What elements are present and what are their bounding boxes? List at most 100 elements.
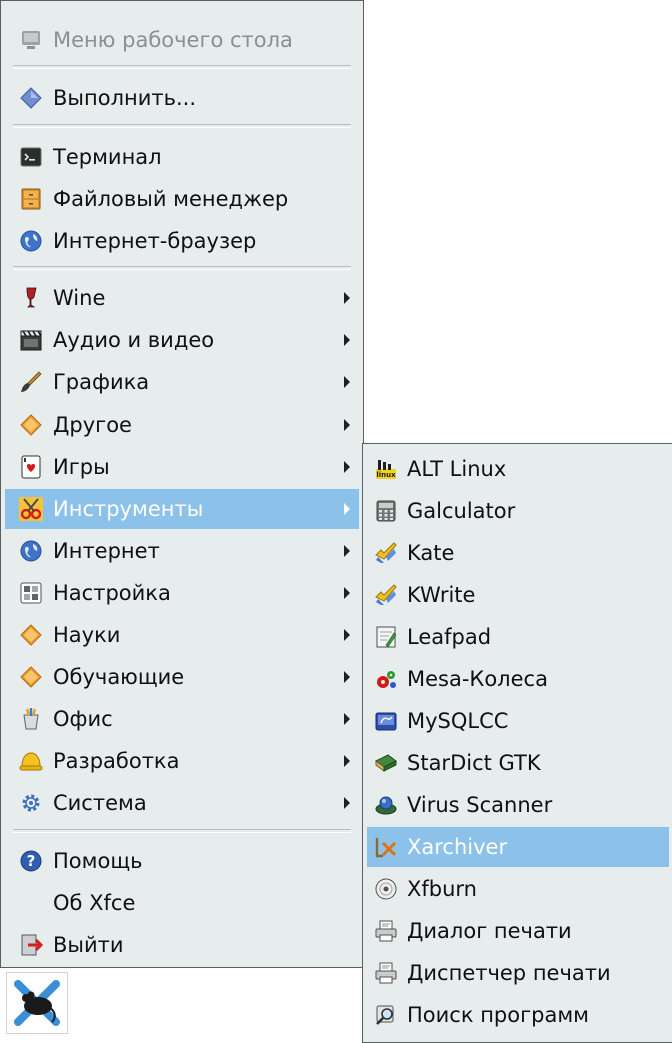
menu-item-label: Игры — [53, 455, 110, 479]
separator — [13, 124, 351, 128]
submenu-item-label: Диалог печати — [407, 919, 572, 943]
settings-icon — [19, 581, 43, 605]
menu-item-label: Аудио и видео — [53, 328, 215, 352]
menu-item-label: Другое — [53, 413, 132, 437]
desktop-menu: Меню рабочего стола Выполнить... Термина… — [0, 0, 364, 968]
svg-text:?: ? — [27, 852, 36, 870]
menu-item-development[interactable]: Разработка — [5, 741, 359, 781]
menu-item-label: Выполнить... — [53, 86, 197, 110]
search-icon — [374, 1003, 398, 1027]
submenu-item-label: Xfburn — [407, 877, 477, 901]
submenu-item-kate[interactable]: Kate — [367, 533, 669, 573]
menu-item-label: Графика — [53, 370, 150, 394]
menu-item-graphics[interactable]: Графика — [5, 362, 359, 402]
menu-item-label: Система — [53, 791, 147, 815]
separator — [13, 65, 351, 69]
menu-item-logout[interactable]: Выйти — [5, 925, 359, 965]
terminal-icon — [19, 145, 43, 169]
submenu-item-label: Диспетчер печати — [407, 961, 611, 985]
help-icon: ? — [19, 849, 43, 873]
submenu-arrow-icon — [344, 629, 350, 641]
separator — [13, 829, 351, 833]
menu-item-label: Интернет — [53, 539, 160, 563]
menu-item-wine[interactable]: Wine — [5, 278, 359, 318]
menu-item-label: Настройка — [53, 581, 171, 605]
menu-item-label: Об Xfce — [53, 891, 136, 915]
notepad-icon — [374, 625, 398, 649]
menu-item-label: Выйти — [53, 933, 124, 957]
menu-item-label: Интернет-браузер — [53, 229, 257, 253]
globe-icon — [19, 539, 43, 563]
submenu-item-print-dialog[interactable]: Диалог печати — [367, 911, 669, 951]
submenu-arrow-icon — [344, 671, 350, 683]
submenu-item-alt-linux[interactable]: linux ALT Linux — [367, 449, 669, 489]
submenu-item-label: Xarchiver — [407, 835, 508, 859]
menu-item-office[interactable]: Офис — [5, 699, 359, 739]
brush-icon — [19, 370, 43, 394]
submenu-item-print-manager[interactable]: Диспетчер печати — [367, 953, 669, 993]
hardhat-icon — [19, 749, 43, 773]
menu-item-terminal[interactable]: Терминал — [5, 137, 359, 177]
scissors-icon — [19, 497, 43, 521]
submenu-item-mysqlcc[interactable]: MySQLCC — [367, 701, 669, 741]
submenu-item-label: KWrite — [407, 583, 476, 607]
submenu-arrow-icon — [344, 419, 350, 431]
menu-item-label: Офис — [53, 707, 113, 731]
menu-item-system[interactable]: Система — [5, 783, 359, 823]
menu-item-label: Терминал — [53, 145, 162, 169]
submenu-item-label: StarDict GTK — [407, 751, 541, 775]
playing-card-icon — [19, 455, 43, 479]
menu-item-label: Обучающие — [53, 665, 185, 689]
database-icon — [374, 709, 398, 733]
blank-icon — [19, 891, 43, 915]
wine-glass-icon — [19, 286, 43, 310]
submenu-item-label: Поиск программ — [407, 1003, 590, 1027]
menu-item-tools[interactable]: Инструменты — [5, 489, 359, 529]
submenu-arrow-icon — [344, 503, 350, 515]
archive-icon — [374, 835, 398, 859]
submenu-item-leafpad[interactable]: Leafpad — [367, 617, 669, 657]
submenu-item-kwrite[interactable]: KWrite — [367, 575, 669, 615]
gears-icon — [374, 667, 398, 691]
menu-item-settings[interactable]: Настройка — [5, 573, 359, 613]
menu-item-about[interactable]: Об Xfce — [5, 883, 359, 923]
submenu-arrow-icon — [344, 461, 350, 473]
menu-item-games[interactable]: Игры — [5, 447, 359, 487]
menu-item-label: Науки — [53, 623, 121, 647]
menu-item-label: Wine — [53, 286, 106, 310]
submenu-item-label: MySQLCC — [407, 709, 509, 733]
logout-icon — [19, 933, 43, 957]
menu-item-internet[interactable]: Интернет — [5, 531, 359, 571]
menu-item-run[interactable]: Выполнить... — [5, 78, 359, 118]
globe-icon — [19, 229, 43, 253]
diamond-icon — [19, 623, 43, 647]
menu-item-education[interactable]: Обучающие — [5, 657, 359, 697]
submenu-arrow-icon — [344, 292, 350, 304]
xfce-menu-button[interactable] — [6, 972, 68, 1034]
svg-text:linux: linux — [376, 471, 396, 479]
submenu-item-stardict[interactable]: StarDict GTK — [367, 743, 669, 783]
calculator-icon — [374, 499, 398, 523]
submenu-item-galculator[interactable]: Galculator — [367, 491, 669, 531]
submenu-arrow-icon — [344, 545, 350, 557]
submenu-item-xfburn[interactable]: Xfburn — [367, 869, 669, 909]
menu-item-file-manager[interactable]: Файловый менеджер — [5, 179, 359, 219]
clapperboard-icon — [19, 328, 43, 352]
submenu-item-label: Leafpad — [407, 625, 492, 649]
submenu-arrow-icon — [344, 797, 350, 809]
submenu-item-virus-scanner[interactable]: Virus Scanner — [367, 785, 669, 825]
submenu-item-mesa[interactable]: Mesa-Колеса — [367, 659, 669, 699]
submenu-item-app-finder[interactable]: Поиск программ — [367, 995, 669, 1035]
menu-item-help[interactable]: ? Помощь — [5, 841, 359, 881]
tools-submenu: linux ALT Linux Galculator Kate KWrite L… — [362, 443, 672, 1043]
submenu-item-xarchiver[interactable]: Xarchiver — [367, 827, 669, 867]
submenu-arrow-icon — [344, 587, 350, 599]
menu-item-audio-video[interactable]: Аудио и видео — [5, 320, 359, 360]
printer-icon — [374, 961, 398, 985]
menu-item-science[interactable]: Науки — [5, 615, 359, 655]
separator — [13, 266, 351, 270]
kwrite-icon — [374, 583, 398, 607]
file-cabinet-icon — [19, 187, 43, 211]
menu-item-other[interactable]: Другое — [5, 405, 359, 445]
menu-item-web-browser[interactable]: Интернет-браузер — [5, 221, 359, 261]
